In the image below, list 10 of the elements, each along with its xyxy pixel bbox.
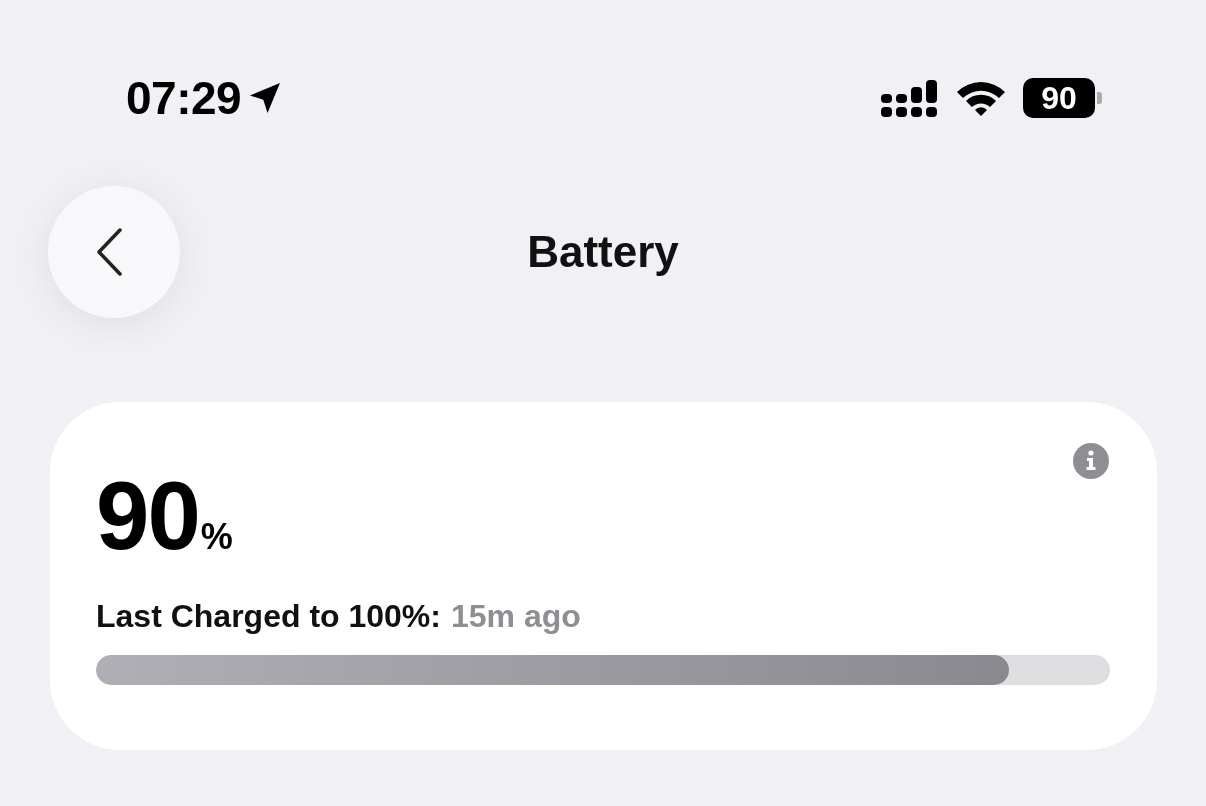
last-charged-time: 15m ago [450, 598, 581, 635]
info-icon[interactable] [1072, 442, 1110, 480]
wifi-icon [955, 79, 1007, 117]
page-title: Battery [527, 227, 679, 277]
percent-unit: % [200, 516, 233, 558]
last-charged-label: Last Charged to 100%: [96, 598, 441, 635]
chevron-left-icon [95, 227, 125, 277]
battery-percentage: 90 [96, 468, 199, 564]
status-time: 07:29 [126, 71, 242, 125]
signal-icon [881, 78, 939, 118]
